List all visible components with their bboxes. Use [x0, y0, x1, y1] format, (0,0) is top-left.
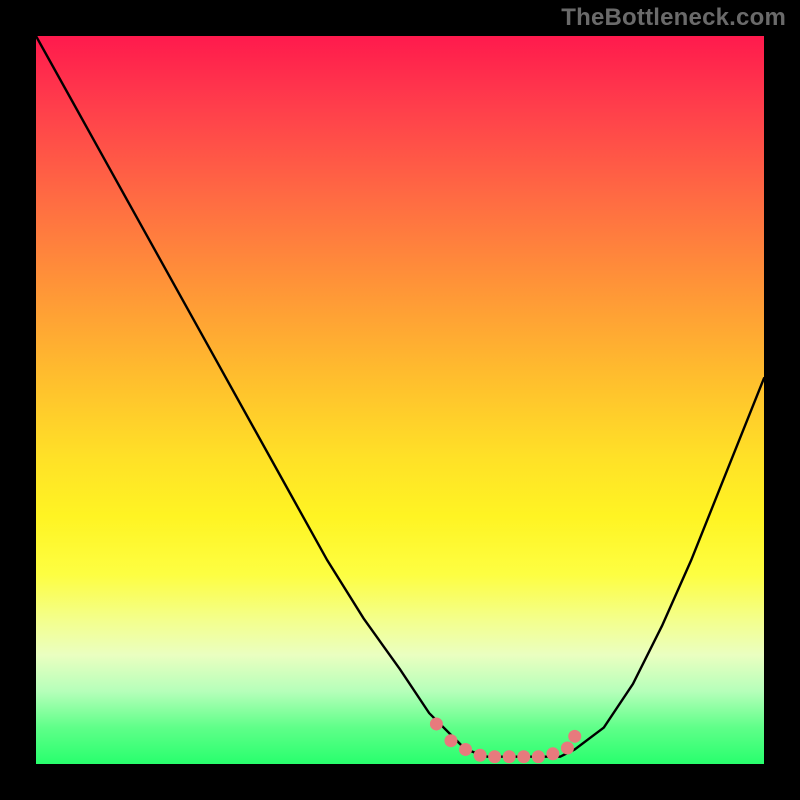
flat-zone-dot — [517, 750, 530, 763]
flat-zone-dot — [568, 730, 581, 743]
flat-zone-dot — [503, 750, 516, 763]
flat-zone-markers — [430, 717, 581, 763]
watermark-text: TheBottleneck.com — [561, 4, 786, 32]
flat-zone-dot — [488, 750, 501, 763]
flat-zone-dot — [561, 741, 574, 754]
flat-zone-dot — [444, 734, 457, 747]
flat-zone-dot — [430, 717, 443, 730]
plot-area — [36, 36, 764, 764]
flat-zone-dot — [459, 743, 472, 756]
bottleneck-curve — [36, 36, 764, 764]
curve-path — [36, 36, 764, 757]
flat-zone-dot — [474, 749, 487, 762]
flat-zone-dot — [546, 747, 559, 760]
chart-frame: TheBottleneck.com — [0, 0, 800, 800]
flat-zone-dot — [532, 750, 545, 763]
